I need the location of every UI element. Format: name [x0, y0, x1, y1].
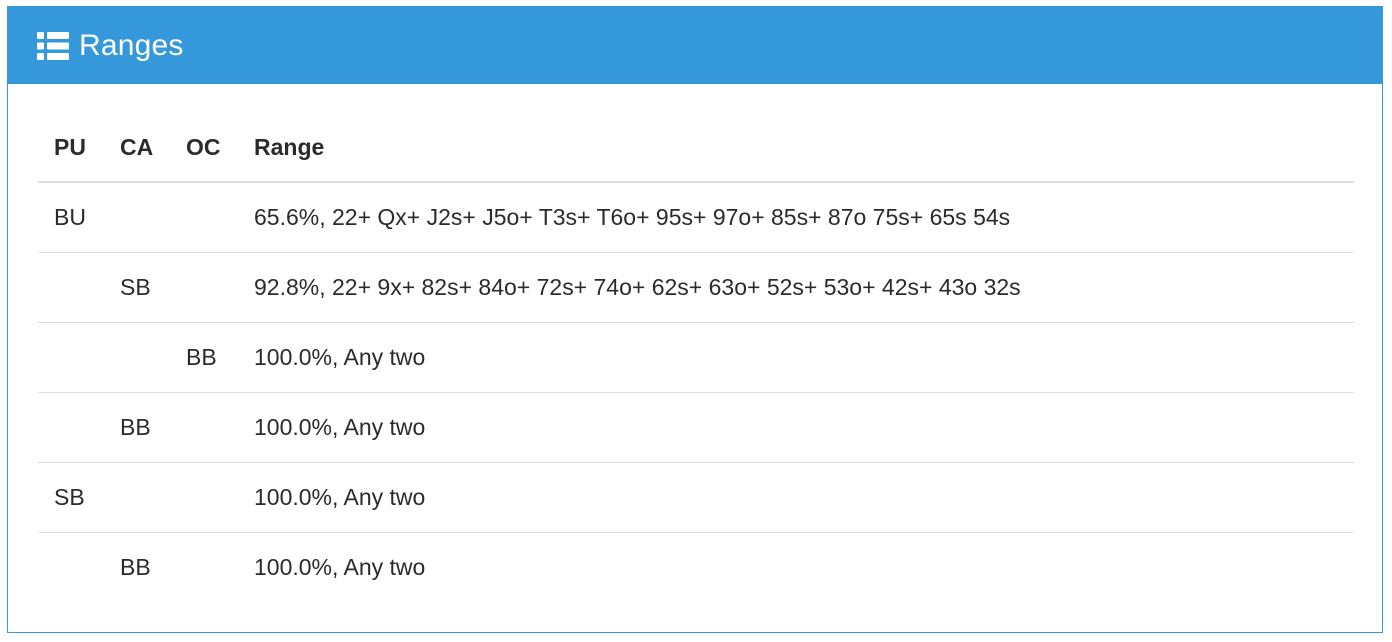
panel-body: PU CA OC Range BU 65.6%, 22+ Qx+ J2s+ J5… [8, 84, 1382, 602]
header-range: Range [238, 129, 1354, 183]
cell-ca: BB [120, 553, 151, 580]
panel-title: Ranges [79, 28, 184, 62]
cell-oc [170, 532, 238, 602]
cell-ca: SB [104, 252, 170, 323]
ranges-panel: Ranges PU CA OC Range BU 65.6%, 22+ Qx+ … [7, 6, 1383, 633]
header-pu: PU [38, 129, 104, 183]
cell-ca [104, 322, 170, 393]
cell-range: 65.6%, 22+ Qx+ J2s+ J5o+ T3s+ T6o+ 95s+ … [238, 182, 1354, 253]
header-oc: OC [170, 129, 238, 183]
cell-range: 100.0%, Any two [238, 392, 1354, 463]
cell-pu [38, 532, 104, 602]
table-row: SB 100.0%, Any two [38, 462, 1354, 533]
cell-ca: BB [104, 392, 170, 463]
table-row: BB 100.0%, Any two [38, 322, 1354, 393]
cell-range: 92.8%, 22+ 9x+ 82s+ 84o+ 72s+ 74o+ 62s+ … [238, 252, 1354, 323]
cell-pu [38, 392, 104, 463]
list-icon [37, 31, 69, 61]
cell-pu [38, 252, 104, 323]
cell-oc [170, 252, 238, 323]
cell-ca [104, 462, 170, 533]
cell-pu: SB [38, 462, 104, 533]
table-row: BB 100.0%, Any two [38, 532, 1354, 602]
cell-range: 100.0%, Any two [254, 553, 426, 580]
table-row: SB 92.8%, 22+ 9x+ 82s+ 84o+ 72s+ 74o+ 62… [38, 252, 1354, 323]
cell-range: 100.0%, Any two [238, 322, 1354, 393]
table-row: BU 65.6%, 22+ Qx+ J2s+ J5o+ T3s+ T6o+ 95… [38, 182, 1354, 253]
cell-oc [170, 182, 238, 253]
cell-range: 100.0%, Any two [238, 462, 1354, 533]
cell-oc: BB [170, 322, 238, 393]
header-ca: CA [104, 129, 170, 183]
cell-ca [104, 182, 170, 253]
ranges-table: PU CA OC Range BU 65.6%, 22+ Qx+ J2s+ J5… [38, 129, 1354, 602]
cell-pu [38, 322, 104, 393]
cell-oc [170, 462, 238, 533]
table-header-row: PU CA OC Range [38, 129, 1354, 183]
cell-pu: BU [38, 182, 104, 253]
panel-heading: Ranges [8, 7, 1382, 84]
table-row: BB 100.0%, Any two [38, 392, 1354, 463]
cell-oc [170, 392, 238, 463]
